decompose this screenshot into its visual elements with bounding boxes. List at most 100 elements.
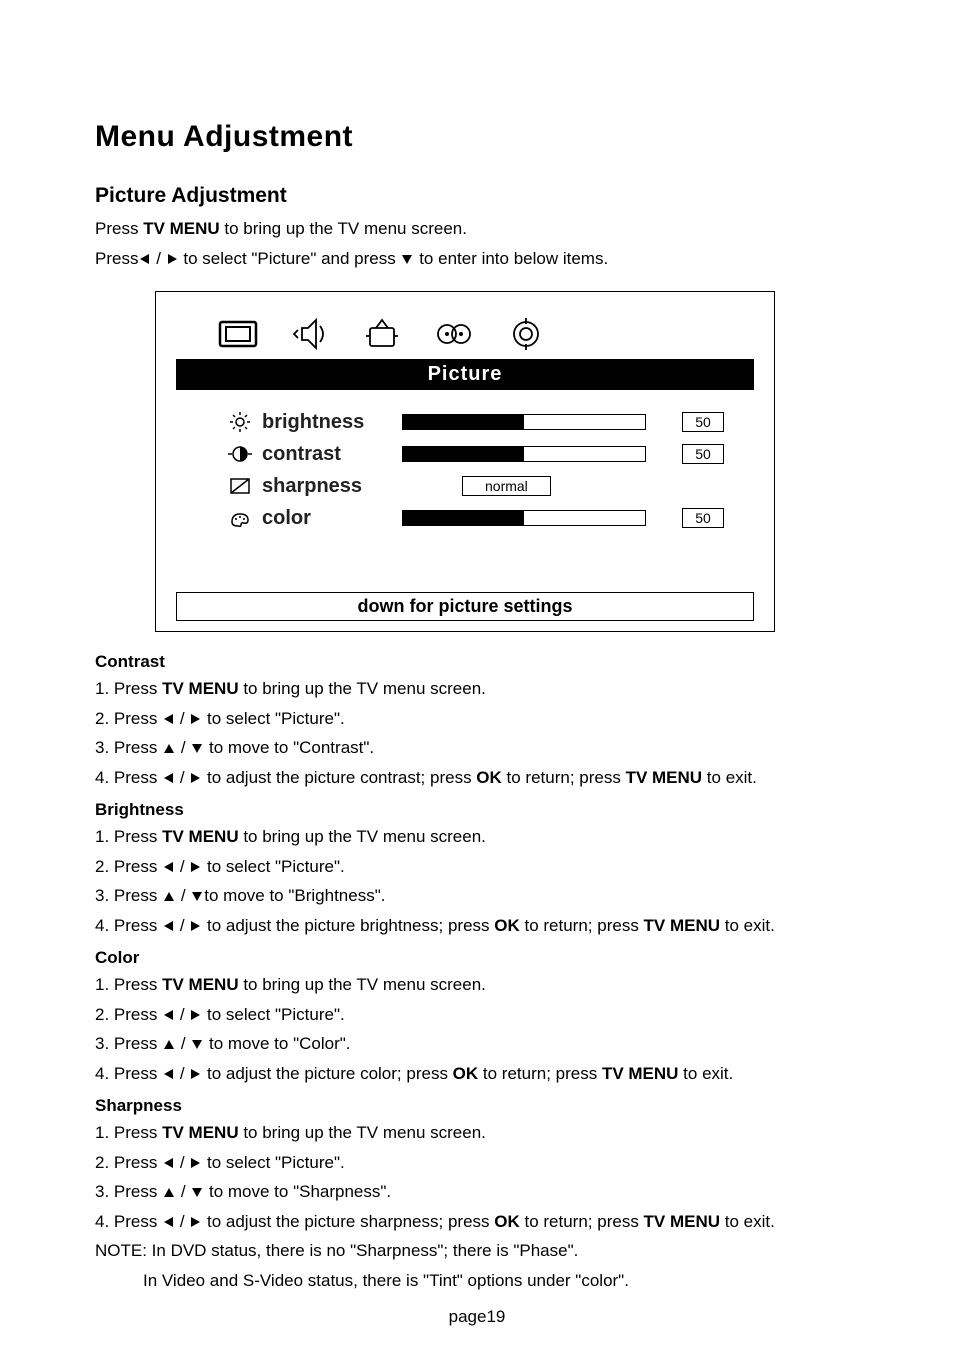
step: 3. Press / to move to "Brightness".	[95, 883, 859, 909]
ok-label: OK	[453, 1064, 479, 1083]
left-arrow-icon	[164, 714, 173, 724]
right-arrow-icon	[191, 714, 200, 724]
misc-tab-icon	[504, 317, 548, 351]
tv-menu-label: TV MENU	[162, 1123, 239, 1142]
osd-row-contrast: contrast 50	[226, 440, 724, 468]
left-arrow-icon	[164, 1069, 173, 1079]
step: 1. Press TV MENU to bring up the TV menu…	[95, 1120, 859, 1146]
tv-menu-label: TV MENU	[162, 827, 239, 846]
osd-title-bar: Picture	[176, 359, 754, 390]
tv-menu-label: TV MENU	[626, 768, 703, 787]
page-title: Menu Adjustment	[95, 120, 859, 154]
text: 1. Press	[95, 975, 162, 994]
tv-menu-label: TV MENU	[644, 1212, 721, 1231]
text: 1. Press	[95, 827, 162, 846]
step: 4. Press / to adjust the picture color; …	[95, 1061, 859, 1087]
intro-line-2: Press / to select "Picture" and press to…	[95, 246, 859, 272]
sharpness-icon	[226, 474, 254, 498]
tv-menu-label: TV MENU	[644, 916, 721, 935]
step: 1. Press TV MENU to bring up the TV menu…	[95, 676, 859, 702]
text: to return; press	[502, 768, 626, 787]
osd-row-sharpness: sharpness normal	[226, 472, 724, 500]
osd-footer: down for picture settings	[176, 592, 754, 621]
text: to select "Picture" and press	[179, 249, 401, 268]
down-arrow-icon	[192, 744, 202, 753]
text: 4. Press	[95, 1064, 162, 1083]
brightness-value: 50	[682, 412, 724, 432]
right-arrow-icon	[191, 921, 200, 931]
sharpness-select[interactable]: normal	[462, 476, 551, 496]
right-arrow-icon	[191, 773, 200, 783]
left-arrow-icon	[140, 254, 149, 264]
down-arrow-icon	[192, 1040, 202, 1049]
tv-menu-label: TV MENU	[602, 1064, 679, 1083]
text: to select "Picture".	[202, 857, 344, 876]
left-arrow-icon	[164, 862, 173, 872]
left-arrow-icon	[164, 1010, 173, 1020]
text: 4. Press	[95, 1212, 162, 1231]
intro-line-1: Press TV MENU to bring up the TV menu sc…	[95, 216, 859, 242]
brightness-slider[interactable]	[402, 414, 646, 430]
text: to exit.	[720, 1212, 775, 1231]
text: 4. Press	[95, 768, 162, 787]
text: to adjust the picture color; press	[202, 1064, 452, 1083]
text: to adjust the picture contrast; press	[202, 768, 476, 787]
text: /	[175, 857, 189, 876]
right-arrow-icon	[191, 1158, 200, 1168]
page-number: page19	[95, 1307, 859, 1327]
right-arrow-icon	[191, 1010, 200, 1020]
text: /	[175, 916, 189, 935]
right-arrow-icon	[191, 1069, 200, 1079]
text: to bring up the TV menu screen.	[239, 827, 486, 846]
osd-row-color: color 50	[226, 504, 724, 532]
text: /	[176, 738, 190, 757]
osd-menu: Picture brightness 50 contrast 50	[155, 291, 775, 632]
color-heading: Color	[95, 948, 859, 968]
text: /	[176, 1034, 190, 1053]
text: 4. Press	[95, 916, 162, 935]
text: to adjust the picture sharpness; press	[202, 1212, 494, 1231]
step: 4. Press / to adjust the picture contras…	[95, 765, 859, 791]
text: to return; press	[520, 916, 644, 935]
step: 3. Press / to move to "Color".	[95, 1031, 859, 1057]
contrast-icon	[226, 442, 254, 466]
contrast-slider[interactable]	[402, 446, 646, 462]
ok-label: OK	[494, 916, 520, 935]
osd-row-brightness: brightness 50	[226, 408, 724, 436]
left-arrow-icon	[164, 1217, 173, 1227]
up-arrow-icon	[164, 892, 174, 901]
right-arrow-icon	[168, 254, 177, 264]
text: /	[175, 709, 189, 728]
text: to move to "Color".	[204, 1034, 350, 1053]
step: 2. Press / to select "Picture".	[95, 706, 859, 732]
audio-tab-icon	[288, 317, 332, 351]
text: 3. Press	[95, 1182, 162, 1201]
text: to move to "Contrast".	[204, 738, 374, 757]
color-slider[interactable]	[402, 510, 646, 526]
text: to select "Picture".	[202, 1153, 344, 1172]
step: 4. Press / to adjust the picture brightn…	[95, 913, 859, 939]
text: /	[175, 768, 189, 787]
osd-label: color	[262, 507, 402, 530]
step: 1. Press TV MENU to bring up the TV menu…	[95, 972, 859, 998]
osd-tab-row	[216, 317, 754, 351]
down-arrow-icon	[402, 255, 412, 264]
text: to return; press	[520, 1212, 644, 1231]
text: 2. Press	[95, 709, 162, 728]
text: 2. Press	[95, 1153, 162, 1172]
text: /	[175, 1064, 189, 1083]
down-arrow-icon	[192, 1188, 202, 1197]
text: Press	[95, 249, 138, 268]
text: to exit.	[720, 916, 775, 935]
text: /	[151, 249, 165, 268]
text: to move to "Sharpness".	[204, 1182, 391, 1201]
text: to exit.	[678, 1064, 733, 1083]
text: 3. Press	[95, 738, 162, 757]
down-arrow-icon	[192, 892, 202, 901]
up-arrow-icon	[164, 1188, 174, 1197]
osd-label: contrast	[262, 443, 402, 466]
contrast-heading: Contrast	[95, 652, 859, 672]
text: 1. Press	[95, 679, 162, 698]
step: 1. Press TV MENU to bring up the TV menu…	[95, 824, 859, 850]
text: 3. Press	[95, 1034, 162, 1053]
